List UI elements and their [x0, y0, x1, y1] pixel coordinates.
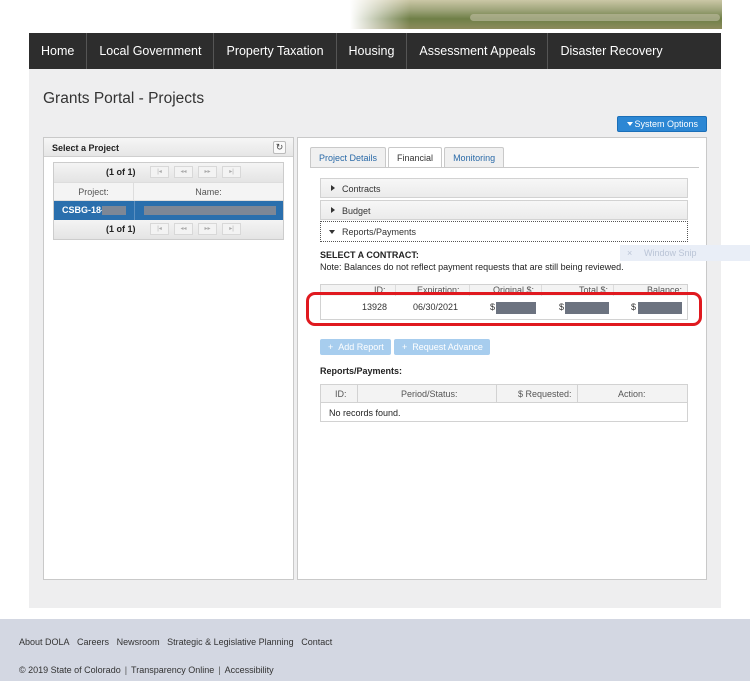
nav-item-housing[interactable]: Housing: [337, 33, 408, 69]
plus-icon: +: [328, 342, 334, 352]
tab-bar: Project Details Financial Monitoring: [310, 147, 506, 168]
footer-link-strategic-planning[interactable]: Strategic & Legislative Planning: [167, 637, 294, 647]
triangle-right-icon: [331, 185, 335, 191]
accordion-label: Budget: [342, 206, 371, 216]
column-id[interactable]: ID:: [335, 389, 347, 399]
panel-header: Select a Project ↻: [44, 138, 293, 157]
close-icon: ×: [627, 248, 633, 258]
footer-link-transparency[interactable]: Transparency Online: [131, 665, 214, 675]
project-detail-panel: Project Details Financial Monitoring Con…: [297, 137, 707, 580]
select-contract-label: SELECT A CONTRACT:: [320, 250, 419, 260]
footer-link-careers[interactable]: Careers: [77, 637, 109, 647]
footer-links: About DOLA Careers Newsroom Strategic & …: [19, 637, 337, 647]
tab-monitoring[interactable]: Monitoring: [444, 147, 505, 168]
column-name[interactable]: Name:: [134, 183, 283, 201]
nav-item-home[interactable]: Home: [29, 33, 88, 69]
tab-financial[interactable]: Financial: [388, 147, 443, 168]
page-title: Grants Portal - Projects: [43, 90, 205, 107]
select-contract-note: Note: Balances do not reflect payment re…: [320, 262, 624, 272]
panel-title: Select a Project: [52, 143, 120, 153]
last-page-icon[interactable]: ▸|: [222, 223, 241, 235]
window-snip-ghost: × Window Snip: [620, 245, 750, 261]
column-period-status[interactable]: Period/Status:: [401, 389, 458, 399]
main-nav: Home Local Government Property Taxation …: [29, 33, 721, 69]
nav-item-property-taxation[interactable]: Property Taxation: [214, 33, 337, 69]
accordion-label: Reports/Payments: [342, 227, 417, 237]
pager-report: (1 of 1): [106, 167, 136, 177]
prev-page-icon[interactable]: ◂◂: [174, 223, 193, 235]
column-project[interactable]: Project:: [54, 183, 134, 201]
next-page-icon[interactable]: ▸▸: [198, 166, 217, 178]
tab-project-details[interactable]: Project Details: [310, 147, 387, 168]
footer-link-about[interactable]: About DOLA: [19, 637, 70, 647]
accordion-reports-payments[interactable]: Reports/Payments: [320, 221, 688, 242]
grid-header: Project: Name:: [54, 182, 283, 201]
accordion-label: Contracts: [342, 184, 381, 194]
caret-down-icon: [627, 122, 633, 126]
project-grid: (1 of 1) |◂ ◂◂ ▸▸ ▸| Project: Name: CSBG…: [53, 162, 284, 240]
footer-link-accessibility[interactable]: Accessibility: [225, 665, 274, 675]
reports-payments-label: Reports/Payments:: [320, 366, 403, 376]
first-page-icon[interactable]: |◂: [150, 166, 169, 178]
pager-top: (1 of 1) |◂ ◂◂ ▸▸ ▸|: [54, 163, 283, 182]
header-banner-image: [350, 0, 722, 29]
first-page-icon[interactable]: |◂: [150, 223, 169, 235]
refresh-icon[interactable]: ↻: [273, 141, 286, 154]
add-report-button[interactable]: + Add Report: [320, 339, 391, 355]
reports-table-header: ID: Period/Status: $ Requested: Action:: [321, 385, 687, 403]
system-options-button[interactable]: System Options: [617, 116, 707, 132]
system-options-label: System Options: [634, 119, 698, 129]
triangle-down-icon: [329, 230, 335, 234]
empty-message: No records found.: [329, 408, 401, 418]
nav-item-assessment-appeals[interactable]: Assessment Appeals: [407, 33, 549, 69]
pager-bottom: (1 of 1) |◂ ◂◂ ▸▸ ▸|: [54, 220, 283, 239]
add-report-label: Add Report: [338, 342, 384, 352]
last-page-icon[interactable]: ▸|: [222, 166, 241, 178]
reports-table: ID: Period/Status: $ Requested: Action: …: [320, 384, 688, 422]
nav-item-disaster-recovery[interactable]: Disaster Recovery: [548, 33, 674, 69]
footer-copyright: © 2019 State of Colorado | Transparency On…: [19, 665, 274, 675]
copyright-text: © 2019 State of Colorado: [19, 665, 121, 675]
redaction: [102, 206, 126, 215]
project-id: CSBG-18-: [62, 205, 105, 215]
page: Home Local Government Property Taxation …: [0, 0, 750, 619]
column-requested[interactable]: $ Requested:: [518, 389, 572, 399]
accordion-budget[interactable]: Budget: [320, 200, 688, 220]
pager-report: (1 of 1): [106, 224, 136, 234]
next-page-icon[interactable]: ▸▸: [198, 223, 217, 235]
window-snip-label: Window Snip: [644, 248, 697, 258]
nav-item-local-government[interactable]: Local Government: [87, 33, 215, 69]
annotation-highlight: [306, 292, 702, 326]
request-advance-label: Request Advance: [412, 342, 483, 352]
project-select-panel: Select a Project ↻ (1 of 1) |◂ ◂◂ ▸▸ ▸| …: [43, 137, 294, 580]
request-advance-button[interactable]: + Request Advance: [394, 339, 490, 355]
project-row-selected[interactable]: CSBG-18-: [54, 201, 283, 220]
triangle-right-icon: [331, 207, 335, 213]
prev-page-icon[interactable]: ◂◂: [174, 166, 193, 178]
plus-icon: +: [402, 342, 408, 352]
accordion-contracts[interactable]: Contracts: [320, 178, 688, 198]
footer-link-contact[interactable]: Contact: [301, 637, 332, 647]
redaction: [144, 206, 276, 215]
column-action[interactable]: Action:: [618, 389, 646, 399]
footer-link-newsroom[interactable]: Newsroom: [117, 637, 160, 647]
